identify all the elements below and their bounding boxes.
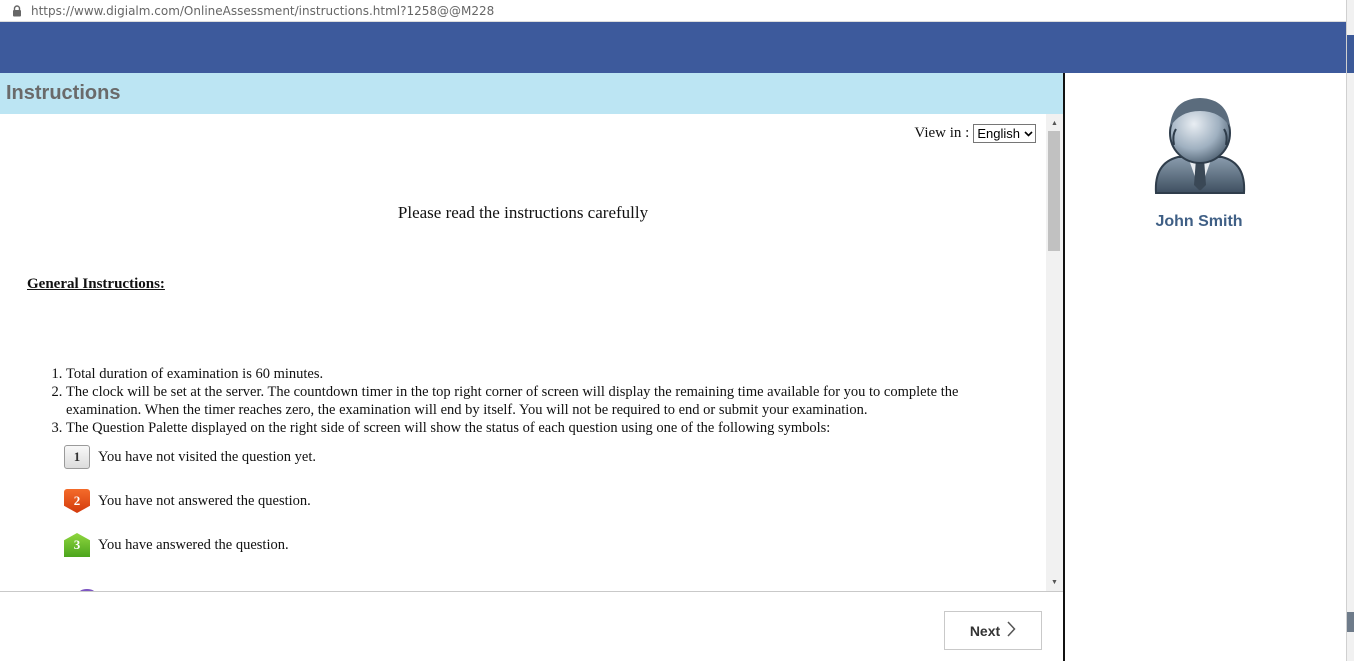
browser-address-bar[interactable]: https://www.digialm.com/OnlineAssessment… <box>0 0 1346 22</box>
header-banner <box>0 22 1346 73</box>
page-title: Instructions <box>6 82 121 104</box>
instructions-list: Total duration of examination is 60 minu… <box>50 365 986 557</box>
answered-badge: 3 <box>64 533 90 557</box>
instructions-panel: Instructions View in : English Please re… <box>0 73 1063 661</box>
instruction-item: The Question Palette displayed on the ri… <box>64 419 986 557</box>
candidate-profile-panel: John Smith <box>1065 73 1346 661</box>
chevron-down-icon <box>1024 129 1033 139</box>
instruction-item: Total duration of examination is 60 minu… <box>66 365 986 383</box>
scroll-up-arrow-icon[interactable]: ▲ <box>1046 116 1063 130</box>
symbol-description: You have not visited the question yet. <box>98 449 317 465</box>
symbol-description: You have answered the question. <box>98 537 289 553</box>
instruction-text: The Question Palette displayed on the ri… <box>66 420 831 436</box>
symbol-description: You have not answered the question. <box>98 493 311 509</box>
footer-divider <box>0 591 1063 592</box>
symbol-row: 2 You have not answered the question. <box>64 489 986 513</box>
language-select[interactable]: English <box>973 124 1036 143</box>
not-visited-badge: 1 <box>64 445 90 469</box>
intro-text: Please read the instructions carefully <box>397 203 649 222</box>
url-text[interactable]: https://www.digialm.com/OnlineAssessment… <box>31 4 494 18</box>
scrollbar-thumb[interactable] <box>1048 131 1060 251</box>
language-select-value: English <box>977 126 1020 141</box>
window-edge <box>1346 0 1354 661</box>
next-button[interactable]: Next <box>944 611 1042 650</box>
scroll-down-arrow-icon[interactable]: ▼ <box>1046 575 1063 589</box>
avatar <box>1150 93 1250 198</box>
view-in-label: View in : <box>914 125 970 141</box>
candidate-name: John Smith <box>1155 213 1243 230</box>
chevron-right-icon <box>1006 621 1016 640</box>
not-answered-badge: 2 <box>64 489 90 513</box>
general-instructions-heading: General Instructions: <box>27 276 165 292</box>
user-avatar-icon <box>1154 98 1246 194</box>
next-button-label: Next <box>969 622 1001 639</box>
symbol-row: 3 You have answered the question. <box>64 533 986 557</box>
lock-icon <box>9 3 25 19</box>
view-in-control: View in : English <box>914 124 1036 143</box>
content-scrollbar[interactable]: ▲ ▼ <box>1046 114 1063 591</box>
title-bar: Instructions <box>0 73 1063 114</box>
instructions-content: View in : English Please read the instru… <box>0 114 1046 591</box>
symbol-row: 1 You have not visited the question yet. <box>64 445 986 469</box>
instruction-item: The clock will be set at the server. The… <box>66 383 986 419</box>
